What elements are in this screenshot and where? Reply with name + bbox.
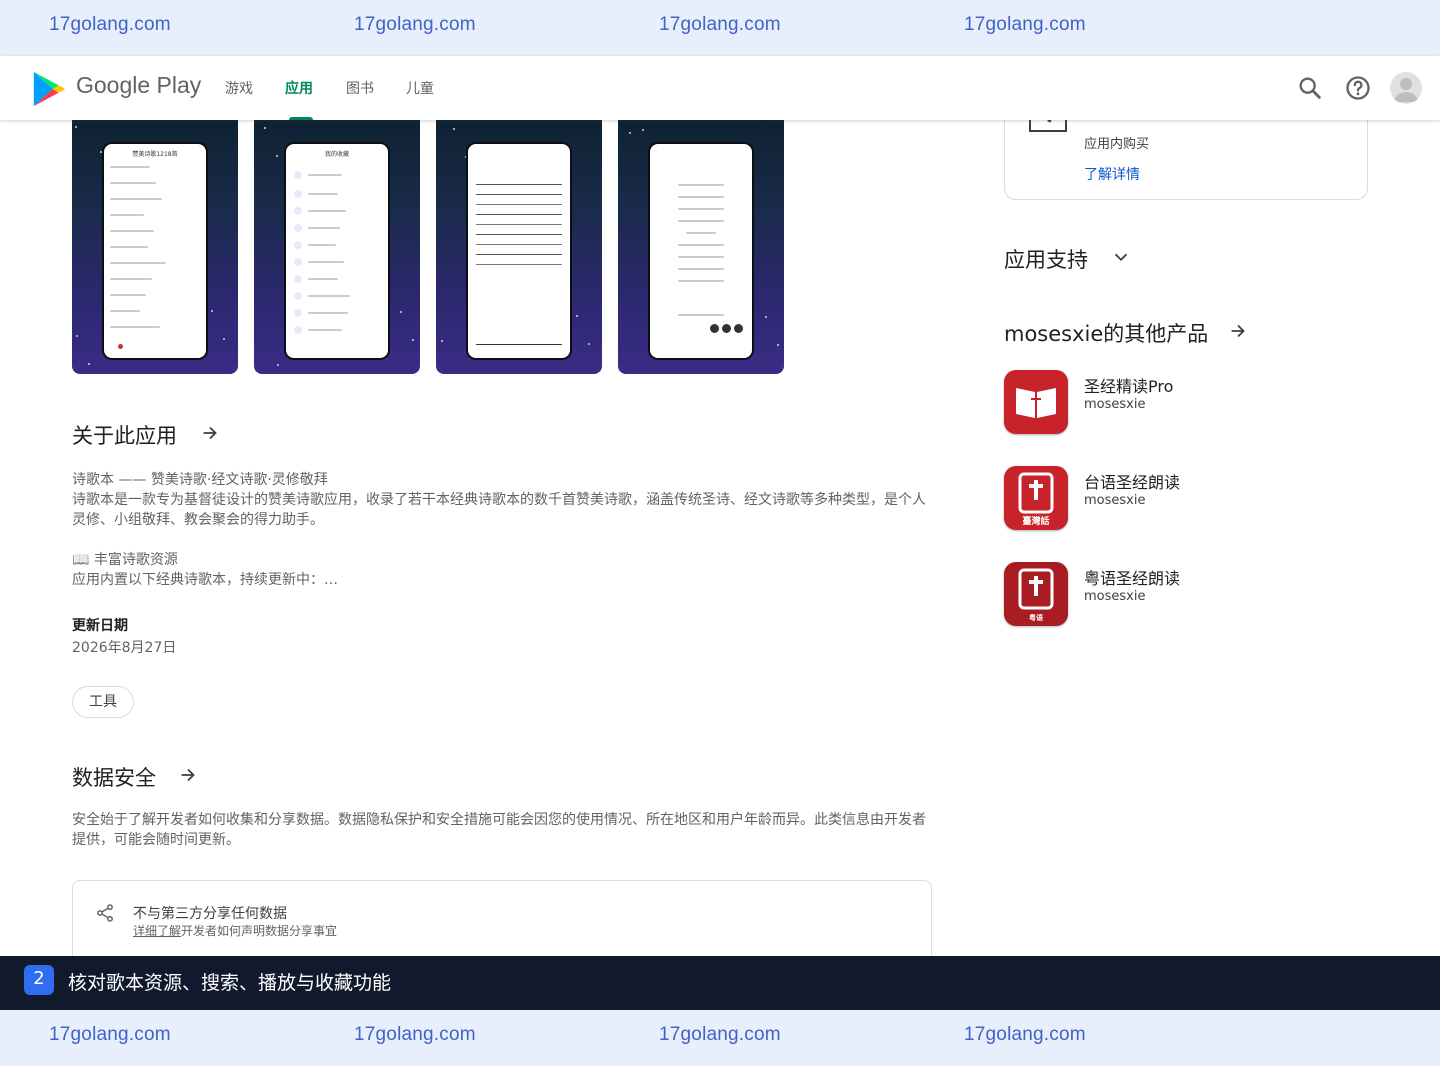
no-sharing-detail-text: 开发者如何声明数据分享事宜 [181, 924, 338, 938]
account-icon [1394, 78, 1418, 102]
product-badge: 臺灣話 [1022, 515, 1049, 527]
step-number-badge: 2 [24, 965, 54, 995]
more-by-developer-title[interactable]: mosesxie的其他产品 [1004, 318, 1208, 348]
product-item[interactable]: 臺灣話 台语圣经朗读 mosesxie [1004, 466, 1384, 534]
product-developer: mosesxie [1084, 589, 1146, 604]
data-safety-title[interactable]: 数据安全 [72, 762, 156, 792]
watermark-text: 17golang.com [354, 1024, 476, 1045]
watermark-text: 17golang.com [659, 14, 781, 35]
product-item[interactable]: 圣经精读Pro mosesxie [1004, 370, 1384, 438]
star-decoration [765, 316, 767, 318]
screenshot-title-text: 我的收藏 [324, 151, 349, 158]
watermark-text: 17golang.com [964, 1024, 1086, 1045]
about-feature-heading: 📖 丰富诗歌资源 [72, 552, 178, 568]
star-decoration [276, 155, 278, 157]
product-developer: mosesxie [1084, 397, 1146, 412]
screenshot-3[interactable] [436, 120, 602, 374]
arrow-right-icon[interactable] [177, 764, 199, 786]
search-icon[interactable] [1296, 74, 1324, 102]
nav-apps[interactable]: 应用 [285, 78, 313, 98]
star-decoration [100, 151, 102, 153]
product-developer: mosesxie [1084, 493, 1146, 508]
watermark-bar-bottom: 17golang.com 17golang.com 17golang.com 1… [0, 1010, 1440, 1066]
watermark-text: 17golang.com [49, 1024, 171, 1045]
watermark-bar-top: 17golang.com 17golang.com 17golang.com 1… [0, 0, 1440, 56]
top-app-bar: Google Play 游戏 应用 图书 儿童 [0, 56, 1440, 120]
updated-label: 更新日期 [72, 618, 128, 634]
product-item[interactable]: 粤语 粤语圣经朗读 mosesxie [1004, 562, 1384, 630]
star-decoration [211, 310, 213, 312]
step-banner: 2 核对歌本资源、搜索、播放与收藏功能 [0, 956, 1440, 1010]
star-decoration [441, 340, 443, 342]
star-decoration [264, 127, 266, 129]
chevron-down-icon[interactable] [1110, 246, 1132, 268]
learn-more-link[interactable]: 详细了解 [133, 924, 181, 938]
category-chip[interactable]: 工具 [72, 686, 134, 718]
arrow-right-icon[interactable] [1227, 320, 1249, 342]
nav-books[interactable]: 图书 [346, 78, 374, 98]
no-sharing-detail: 详细了解开发者如何声明数据分享事宜 [133, 922, 337, 939]
star-decoration [752, 319, 754, 321]
product-name: 粤语圣经朗读 [1084, 569, 1181, 588]
bible-cross-icon: 臺灣話 [1004, 466, 1068, 530]
phone-frame [468, 144, 570, 358]
account-avatar[interactable] [1390, 72, 1422, 104]
nav-kids[interactable]: 儿童 [406, 78, 434, 98]
watermark-text: 17golang.com [964, 14, 1086, 35]
help-icon[interactable] [1344, 74, 1372, 102]
share-icon [97, 904, 113, 922]
about-description: 诗歌本是一款专为基督徒设计的赞美诗歌应用，收录了若干本经典诗歌本的数千首赞美诗歌… [72, 492, 926, 528]
star-decoration [629, 132, 631, 134]
watermark-text: 17golang.com [354, 14, 476, 35]
about-title[interactable]: 关于此应用 [72, 420, 177, 450]
product-name: 圣经精读Pro [1084, 377, 1174, 396]
bible-cross-icon: 粤语 [1004, 562, 1068, 626]
star-decoration [75, 126, 77, 128]
phone-frame [650, 144, 752, 358]
in-app-purchases: 应用内购买 [1084, 137, 1150, 152]
star-decoration [223, 338, 225, 340]
google-play-logo-icon[interactable] [30, 70, 68, 108]
star-decoration [412, 339, 414, 341]
star-decoration [76, 335, 78, 337]
nav-games[interactable]: 游戏 [225, 78, 253, 98]
product-name: 台语圣经朗读 [1084, 473, 1181, 492]
star-decoration [277, 364, 279, 366]
phone-frame: 我的收藏 [286, 144, 388, 358]
data-safety-description: 安全始于了解开发者如何收集和分享数据。数据隐私保护和安全措施可能会因您的使用情况… [72, 812, 926, 848]
about-tagline: 诗歌本 —— 赞美诗歌·经文诗歌·灵修敬拜 [72, 472, 328, 488]
phone-frame: 赞美诗歌1218首 [104, 144, 206, 358]
learn-more-link[interactable]: 了解详情 [1084, 164, 1140, 184]
active-tab-indicator [289, 117, 313, 120]
arrow-right-icon[interactable] [199, 422, 221, 444]
no-sharing-title: 不与第三方分享任何数据 [133, 906, 287, 922]
star-decoration [453, 128, 455, 130]
star-decoration [465, 156, 467, 158]
product-badge: 粤语 [1029, 613, 1043, 622]
star-decoration [88, 363, 90, 365]
watermark-text: 17golang.com [49, 14, 171, 35]
screenshot-4[interactable] [618, 120, 784, 374]
screenshot-1[interactable]: 赞美诗歌1218首 [72, 120, 238, 374]
screenshot-2[interactable]: 我的收藏 [254, 120, 420, 374]
updated-date: 2026年8月27日 [72, 640, 177, 656]
app-support-title[interactable]: 应用支持 [1004, 244, 1088, 274]
about-feature-text: 应用内置以下经典诗歌本，持续更新中：… [72, 572, 338, 588]
step-banner-text: 核对歌本资源、搜索、播放与收藏功能 [68, 972, 392, 994]
bible-book-icon [1004, 370, 1068, 434]
brand-name[interactable]: Google Play [76, 72, 201, 99]
star-decoration [400, 311, 402, 313]
screenshot-title-text: 赞美诗歌1218首 [132, 151, 178, 158]
watermark-text: 17golang.com [659, 1024, 781, 1045]
star-decoration [777, 344, 779, 346]
star-decoration [588, 343, 590, 345]
star-decoration [642, 129, 644, 131]
star-decoration [576, 315, 578, 317]
